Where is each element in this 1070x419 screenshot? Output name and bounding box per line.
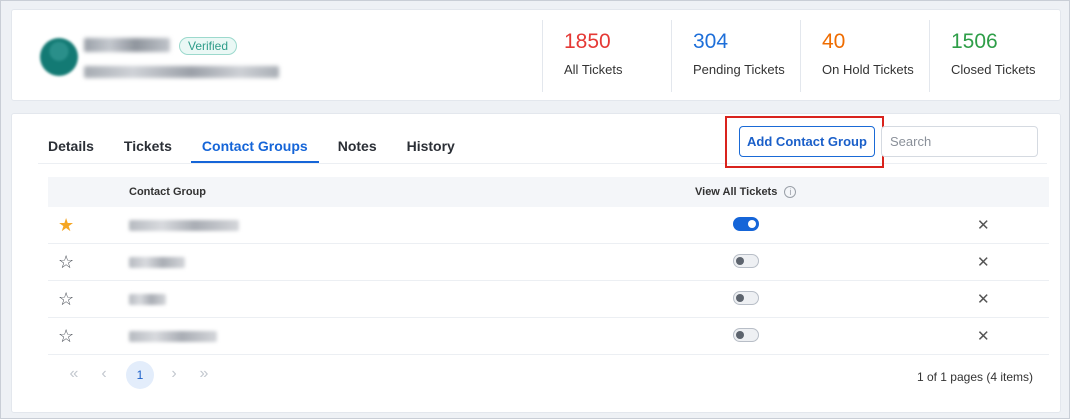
table-row: ★ ✕ — [48, 207, 1049, 244]
contact-groups-panel: Details Tickets Contact Groups Notes His… — [11, 113, 1061, 413]
add-contact-group-button[interactable]: Add Contact Group — [739, 126, 875, 157]
page-number-button[interactable]: 1 — [126, 361, 154, 389]
close-icon[interactable]: ✕ — [977, 290, 990, 308]
stat-label: Closed Tickets — [951, 62, 1036, 77]
view-all-tickets-toggle[interactable] — [733, 217, 759, 231]
info-icon[interactable]: i — [784, 186, 797, 198]
search-input[interactable] — [881, 126, 1038, 157]
stat-value: 304 — [693, 30, 729, 53]
tab-history[interactable]: History — [396, 128, 466, 164]
close-icon[interactable]: ✕ — [977, 216, 990, 234]
toggle-knob — [736, 257, 744, 265]
verified-badge: Verified — [179, 37, 238, 55]
stat-label: All Tickets — [564, 62, 623, 77]
contact-group-name-redacted — [129, 331, 217, 342]
toggle-knob — [736, 331, 744, 339]
table-row: ☆ ✕ — [48, 318, 1049, 355]
column-header-label: View All Tickets — [695, 186, 778, 198]
contact-group-name-redacted — [129, 257, 185, 268]
pagination-info: 1 of 1 pages (4 items) — [916, 370, 1033, 384]
tab-bar: Details Tickets Contact Groups Notes His… — [38, 128, 474, 164]
stat-label: On Hold Tickets — [822, 62, 914, 77]
table-row: ☆ ✕ — [48, 244, 1049, 281]
table-row: ☆ ✕ — [48, 281, 1049, 318]
previous-page-icon[interactable]: ‹ — [92, 363, 116, 387]
first-page-icon[interactable]: « — [62, 363, 86, 387]
stat-closed-tickets[interactable]: 1506 Closed Tickets — [929, 20, 1058, 92]
star-outline-icon[interactable]: ☆ — [58, 327, 76, 345]
contact-groups-table: Contact Group View All Tickets i ★ ✕ ☆ ✕… — [48, 177, 1049, 355]
contact-email-redacted — [84, 66, 279, 78]
contact-group-name-redacted — [129, 294, 166, 305]
view-all-tickets-toggle[interactable] — [733, 254, 759, 268]
view-all-tickets-toggle[interactable] — [733, 328, 759, 342]
view-all-tickets-toggle[interactable] — [733, 291, 759, 305]
star-outline-icon[interactable]: ☆ — [58, 290, 76, 308]
tab-tickets[interactable]: Tickets — [113, 128, 183, 164]
avatar — [40, 38, 78, 76]
next-page-icon[interactable]: › — [162, 363, 186, 387]
contact-name-redacted — [84, 38, 170, 52]
star-outline-icon[interactable]: ☆ — [58, 253, 76, 271]
contact-group-name-redacted — [129, 220, 239, 231]
tab-details[interactable]: Details — [38, 128, 105, 164]
tab-notes[interactable]: Notes — [327, 128, 388, 164]
last-page-icon[interactable]: » — [192, 363, 216, 387]
table-header: Contact Group View All Tickets i — [48, 177, 1049, 207]
stat-pending-tickets[interactable]: 304 Pending Tickets — [671, 20, 800, 92]
tab-contact-groups[interactable]: Contact Groups — [190, 128, 319, 164]
stat-all-tickets[interactable]: 1850 All Tickets — [542, 20, 671, 92]
toggle-knob — [736, 294, 744, 302]
tabs-divider — [38, 163, 1047, 164]
ticket-stats: 1850 All Tickets 304 Pending Tickets 40 … — [542, 10, 1058, 102]
star-filled-icon[interactable]: ★ — [58, 216, 76, 234]
stat-on-hold-tickets[interactable]: 40 On Hold Tickets — [800, 20, 929, 92]
toggle-knob — [748, 220, 756, 228]
stat-value: 1506 — [951, 30, 998, 53]
close-icon[interactable]: ✕ — [977, 253, 990, 271]
pagination: « ‹ 1 › » — [62, 361, 222, 389]
column-header-contact-group: Contact Group — [129, 186, 206, 198]
profile-card: Verified 1850 All Tickets 304 Pending Ti… — [11, 9, 1061, 101]
column-header-view-all-tickets: View All Tickets i — [695, 186, 797, 198]
stat-value: 1850 — [564, 30, 611, 53]
close-icon[interactable]: ✕ — [977, 327, 990, 345]
stat-value: 40 — [822, 30, 846, 53]
stat-label: Pending Tickets — [693, 62, 785, 77]
